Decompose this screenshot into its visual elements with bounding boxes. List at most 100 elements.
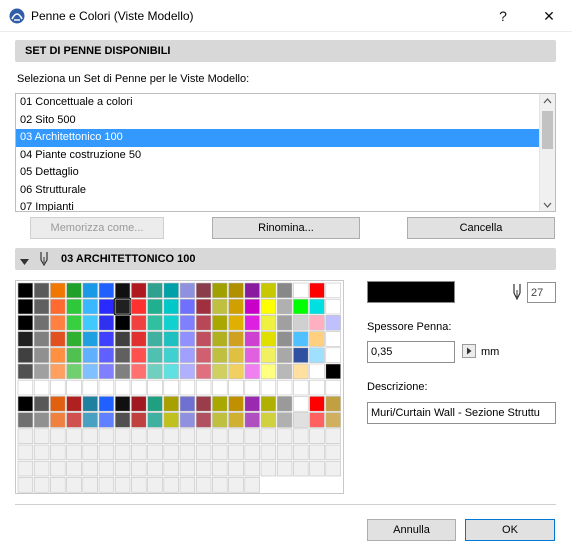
pen-swatch[interactable] [98, 298, 115, 315]
pen-swatch[interactable] [17, 379, 34, 396]
pen-swatch[interactable] [114, 444, 131, 461]
pen-swatch[interactable] [260, 444, 277, 461]
triangle-down-icon[interactable] [20, 256, 29, 268]
pen-swatch[interactable] [325, 412, 341, 428]
pen-swatch[interactable] [66, 315, 82, 331]
pen-swatch[interactable] [50, 315, 66, 331]
pen-swatch[interactable] [309, 298, 325, 315]
pen-swatch[interactable] [131, 428, 147, 444]
pen-swatch[interactable] [114, 477, 131, 493]
pen-swatch[interactable] [147, 331, 163, 347]
pen-swatch[interactable] [228, 363, 244, 380]
penset-list-item[interactable]: 05 Dettaglio [16, 164, 539, 182]
pen-swatch[interactable] [131, 412, 147, 428]
pen-swatch[interactable] [179, 347, 196, 363]
pen-swatch[interactable] [33, 477, 50, 493]
pen-swatch[interactable] [98, 363, 115, 380]
pen-swatch[interactable] [82, 315, 98, 331]
pen-swatch[interactable] [82, 444, 98, 461]
pen-swatch[interactable] [17, 315, 34, 331]
pen-swatch[interactable] [98, 444, 115, 461]
pen-swatch[interactable] [244, 412, 260, 428]
scroll-down-icon[interactable] [543, 200, 552, 211]
pen-swatch[interactable] [309, 282, 325, 299]
pen-swatch[interactable] [309, 428, 325, 444]
pen-swatch[interactable] [33, 460, 50, 477]
pen-swatch[interactable] [309, 347, 325, 363]
pen-swatch[interactable] [195, 331, 212, 347]
pen-swatch[interactable] [309, 412, 325, 428]
pen-swatch[interactable] [293, 315, 309, 331]
rename-button[interactable]: Rinomina... [212, 217, 360, 239]
pen-swatch[interactable] [293, 347, 309, 363]
pen-swatch[interactable] [228, 460, 244, 477]
help-button[interactable]: ? [480, 0, 526, 32]
pen-swatch[interactable] [309, 396, 325, 412]
pen-swatch[interactable] [163, 444, 179, 461]
penset-list[interactable]: 01 Concettuale a colori 02 Sito 500 03 Arc… [15, 93, 556, 212]
pen-swatch[interactable] [163, 379, 179, 396]
pen-swatch[interactable] [82, 412, 98, 428]
pen-swatch[interactable] [179, 331, 196, 347]
pen-swatch[interactable] [17, 428, 34, 444]
pen-swatch[interactable] [50, 282, 66, 299]
pen-swatch[interactable] [260, 363, 277, 380]
pen-swatch[interactable] [66, 282, 82, 299]
pen-swatch[interactable] [195, 379, 212, 396]
pen-swatch[interactable] [195, 477, 212, 493]
pen-swatch[interactable] [179, 379, 196, 396]
pen-swatch[interactable] [325, 396, 341, 412]
pen-swatch[interactable] [147, 477, 163, 493]
pen-swatch[interactable] [50, 347, 66, 363]
pen-swatch[interactable] [228, 379, 244, 396]
pen-swatch[interactable] [17, 363, 34, 380]
pen-swatch[interactable] [260, 428, 277, 444]
pen-swatch[interactable] [260, 460, 277, 477]
pen-swatch[interactable] [212, 444, 228, 461]
pen-swatch[interactable] [114, 347, 131, 363]
pen-swatch[interactable] [131, 298, 147, 315]
pen-swatch[interactable] [82, 347, 98, 363]
pen-swatch[interactable] [179, 444, 196, 461]
pen-swatch[interactable] [33, 412, 50, 428]
pen-swatch[interactable] [50, 460, 66, 477]
pen-swatch[interactable] [66, 379, 82, 396]
pen-swatch[interactable] [212, 282, 228, 299]
pen-swatch[interactable] [114, 363, 131, 380]
store-as-button[interactable]: Memorizza come... [30, 217, 164, 239]
pen-swatch[interactable] [114, 428, 131, 444]
pen-swatch[interactable] [179, 396, 196, 412]
pen-swatch[interactable] [260, 347, 277, 363]
pen-swatch[interactable] [179, 477, 196, 493]
pen-swatch[interactable] [147, 379, 163, 396]
pen-swatch[interactable] [325, 331, 341, 347]
pen-swatch[interactable] [17, 444, 34, 461]
pen-swatch[interactable] [17, 347, 34, 363]
pen-swatch[interactable] [195, 315, 212, 331]
pen-swatch[interactable] [195, 363, 212, 380]
pen-palette-grid[interactable] [16, 281, 343, 493]
pen-swatch[interactable] [147, 298, 163, 315]
pen-swatch[interactable] [33, 315, 50, 331]
pen-swatch[interactable] [195, 396, 212, 412]
pen-swatch[interactable] [212, 363, 228, 380]
pen-swatch[interactable] [33, 396, 50, 412]
pen-swatch[interactable] [163, 412, 179, 428]
pen-swatch[interactable] [98, 379, 115, 396]
pen-swatch[interactable] [33, 298, 50, 315]
pen-swatch[interactable] [131, 396, 147, 412]
pen-swatch[interactable] [163, 282, 179, 299]
close-button[interactable]: ✕ [526, 0, 572, 32]
pen-swatch[interactable] [276, 379, 293, 396]
pen-swatch[interactable] [244, 428, 260, 444]
pen-swatch[interactable] [163, 363, 179, 380]
pen-swatch[interactable] [17, 477, 34, 493]
penset-list-item[interactable]: 02 Sito 500 [16, 112, 539, 130]
pen-swatch[interactable] [293, 331, 309, 347]
pen-swatch[interactable] [147, 347, 163, 363]
pen-swatch[interactable] [98, 477, 115, 493]
pen-swatch[interactable] [147, 412, 163, 428]
pen-swatch[interactable] [309, 460, 325, 477]
pen-swatch[interactable] [114, 460, 131, 477]
penset-detail-header[interactable]: 03 ARCHITETTONICO 100 [15, 248, 556, 270]
